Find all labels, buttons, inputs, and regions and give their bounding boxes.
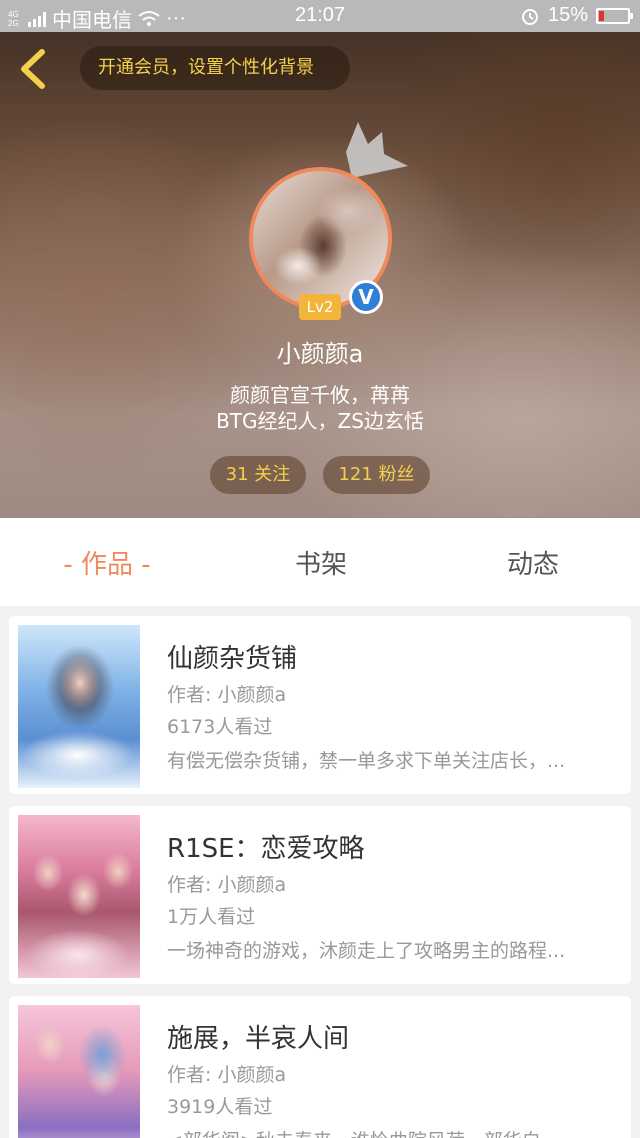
tab-bookshelf[interactable]: 书架 — [244, 518, 398, 606]
list-item[interactable]: 仙颜杂货铺 作者: 小颜颜a 6173人看过 有偿无偿杂货铺，禁一单多求下单关注… — [9, 616, 631, 794]
book-description: 有偿无偿杂货铺，禁一单多求下单关注店长，... — [167, 750, 566, 772]
level-badge: Lv2 — [299, 294, 341, 320]
verified-icon: V — [349, 280, 383, 314]
book-author: 作者: 小颜颜a — [167, 1064, 287, 1086]
bio-line-2: BTG经纪人，ZS边玄恬 — [216, 409, 424, 433]
profile-tabs: - 作品 - 书架 动态 — [0, 518, 640, 606]
book-views: 1万人看过 — [167, 906, 256, 928]
book-views: 6173人看过 — [167, 716, 273, 738]
tab-works[interactable]: - 作品 - — [30, 518, 184, 606]
tab-activity[interactable]: 动态 — [456, 518, 610, 606]
book-title: 仙颜杂货铺 — [167, 644, 298, 674]
vip-background-button[interactable]: 开通会员，设置个性化背景 — [80, 46, 350, 90]
back-arrow-icon[interactable] — [14, 46, 54, 92]
followers-button[interactable]: 121 粉丝 — [323, 456, 430, 494]
alarm-icon — [521, 8, 538, 25]
status-bar: 4G 2G 中国电信 ··· 21:07 15% — [0, 0, 640, 32]
user-name: 小颜颜a — [276, 340, 364, 368]
book-description: 一场神奇的游戏，沐颜走上了攻略男主的路程... — [167, 940, 566, 962]
book-author: 作者: 小颜颜a — [167, 684, 287, 706]
list-item[interactable]: 施展，半哀人间 作者: 小颜颜a 3919人看过 <部华阁>秋去春来，谁怜曲院风… — [9, 996, 631, 1138]
book-cover[interactable] — [18, 625, 140, 788]
battery-percent: 15% — [547, 4, 588, 26]
bio-line-1: 颜颜官宣千攸，苒苒 — [230, 383, 410, 407]
book-description: <部华阁>秋去春来，谁怜曲院风荷，部华白... — [167, 1126, 613, 1138]
book-author: 作者: 小颜颜a — [167, 874, 287, 896]
book-cover[interactable] — [18, 1005, 140, 1138]
list-item[interactable]: R1SE：恋爱攻略 作者: 小颜颜a 1万人看过 一场神奇的游戏，沐颜走上了攻略… — [9, 806, 631, 984]
user-bio: 颜颜官宣千攸，苒苒 BTG经纪人，ZS边玄恬 — [0, 382, 640, 434]
profile-header: 4G 2G 中国电信 ··· 21:07 15% 开通会员，设置个性化背景 Lv… — [0, 0, 640, 518]
book-views: 3919人看过 — [167, 1096, 273, 1118]
battery-icon — [596, 7, 633, 24]
book-title: R1SE：恋爱攻略 — [167, 834, 365, 864]
book-cover[interactable] — [18, 815, 140, 978]
book-title: 施展，半哀人间 — [167, 1024, 350, 1054]
following-button[interactable]: 31 关注 — [210, 456, 306, 494]
